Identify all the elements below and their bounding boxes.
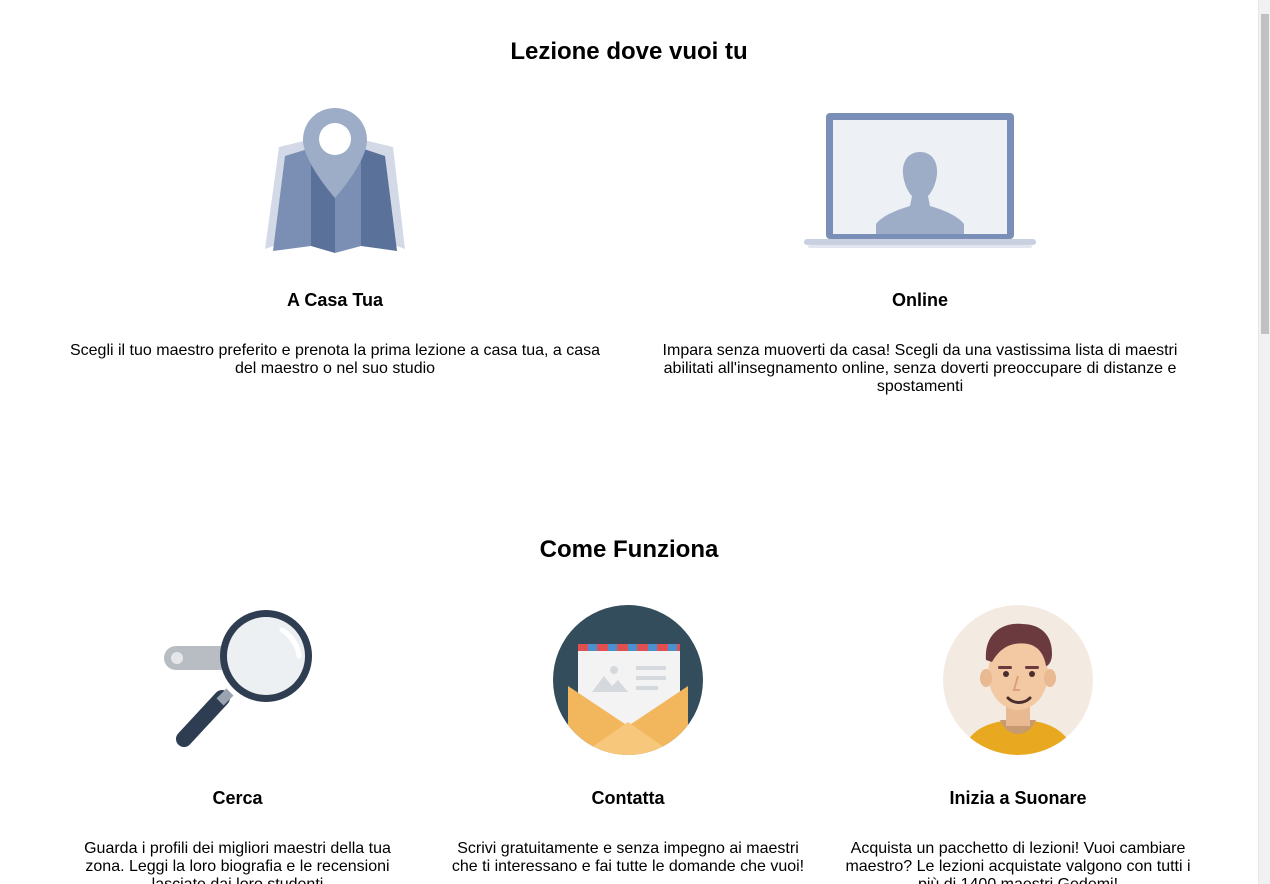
feature-description: Scegli il tuo maestro preferito e prenot… [69,342,601,377]
feature-cerca: Cerca Guarda i profili dei migliori maes… [80,600,395,884]
feature-description: Impara senza muoverti da casa! Scegli da… [662,342,1178,395]
section-title-where: Lezione dove vuoi tu [510,38,748,65]
feature-description: Scrivi gratuitamente e senza impegno ai … [451,840,805,875]
feature-a-casa-tua: A Casa Tua Scegli il tuo maestro preferi… [60,100,610,410]
teacher-avatar-icon [942,604,1094,756]
feature-description: Guarda i profili dei migliori maestri de… [84,840,391,884]
map-pin-icon [265,106,405,254]
magnifier-icon [162,606,314,750]
feature-title: Contatta [591,788,665,808]
feature-inizia-a-suonare: Inizia a Suonare Acquista un pacchetto d… [840,600,1196,884]
feature-description: Acquista un pacchetto di lezioni! Vuoi c… [845,840,1191,884]
feature-contatta: Contatta Scrivi gratuitamente e senza im… [450,600,806,884]
feature-title: Inizia a Suonare [949,788,1087,808]
feature-title: A Casa Tua [286,290,384,310]
page: Lezione dove vuoi tu A Casa Tua Scegli i… [0,0,1258,884]
feature-online: Online Impara senza muoverti da casa! Sc… [655,100,1185,410]
laptop-user-icon [804,112,1036,250]
scrollbar-thumb[interactable] [1261,14,1269,334]
section-title-how: Come Funziona [539,536,719,563]
envelope-icon [552,604,704,756]
feature-title: Cerca [212,788,263,808]
feature-title: Online [891,290,948,310]
vertical-scrollbar[interactable] [1258,0,1270,884]
